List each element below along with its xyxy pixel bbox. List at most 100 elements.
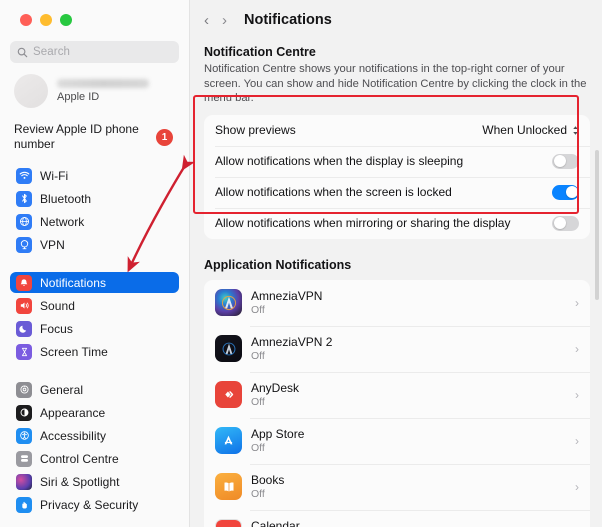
zoom-button[interactable] [60,14,72,26]
toggle-screen-locked[interactable] [552,184,579,200]
app-name: App Store [251,427,305,441]
sidebar-item-screen-time[interactable]: Screen Time [10,341,179,362]
amnezia-vpn-2-icon [215,335,242,362]
notification-centre-settings-card: Show previews When Unlocked Allow notifi… [204,114,590,239]
window-traffic-lights [10,0,179,26]
sidebar-item-control-centre[interactable]: Control Centre [10,448,179,469]
search-placeholder: Search [33,46,71,58]
chevron-right-icon: › [575,387,579,402]
chevron-right-icon: › [575,479,579,494]
sidebar-item-label: Accessibility [40,428,106,443]
main-content: ‹ › Notifications Notification Centre No… [190,0,602,527]
row-display-sleeping[interactable]: Allow notifications when the display is … [204,145,590,177]
sidebar-item-vpn[interactable]: VPN [10,234,179,255]
row-label: Allow notifications when the screen is l… [215,185,452,199]
chevron-left-icon[interactable]: ‹ [204,13,209,28]
calendar-icon: 17 [215,519,242,527]
chevron-right-icon[interactable]: › [222,13,227,28]
close-button[interactable] [20,14,32,26]
sidebar-item-siri-and-spotlight[interactable]: Siri & Spotlight [10,471,179,492]
toggle-knob [565,186,578,198]
sidebar-item-notifications[interactable]: Notifications [10,272,179,293]
row-label: Allow notifications when mirroring or sh… [215,216,511,230]
sidebar-item-label: Bluetooth [40,191,92,206]
app-status: Off [251,350,265,362]
focus-moon-icon [16,320,32,337]
notifications-bell-icon [16,274,32,291]
app-status: Off [251,488,265,500]
search-icon [17,47,28,57]
apple-id-alert-row[interactable]: Review Apple ID phone number 1 [10,122,179,152]
books-icon [215,473,242,500]
app-name: AmneziaVPN [251,289,323,303]
notification-centre-description: Notification Centre shows your notificat… [204,63,587,104]
vertical-scrollbar[interactable] [595,150,599,300]
application-notifications-list: AmneziaVPN Off › AmneziaVPN 2 Off › AnyD… [204,279,590,527]
sidebar: Search Apple ID Review Apple ID phone nu… [0,0,190,527]
row-screen-locked[interactable]: Allow notifications when the screen is l… [204,176,590,208]
content-toolbar: ‹ › Notifications [204,0,590,34]
sidebar-item-label: Sound [40,298,75,313]
sidebar-item-focus[interactable]: Focus [10,318,179,339]
app-status: Off [251,304,265,316]
minimize-button[interactable] [40,14,52,26]
vpn-globe-icon [16,236,32,253]
row-mirroring-sharing[interactable]: Allow notifications when mirroring or sh… [204,207,590,239]
app-name: AnyDesk [251,381,300,395]
notification-centre-heading: Notification Centre [204,45,316,59]
sidebar-item-label: Privacy & Security [40,497,139,512]
toggle-knob [553,217,566,229]
sidebar-item-label: Screen Time [40,344,108,359]
sidebar-item-network[interactable]: Network [10,211,179,232]
page-title: Notifications [244,12,332,28]
sidebar-item-sound[interactable]: Sound [10,295,179,316]
sidebar-item-general[interactable]: General [10,379,179,400]
sidebar-item-appearance[interactable]: Appearance [10,402,179,423]
sidebar-item-privacy-and-security[interactable]: Privacy & Security [10,494,179,515]
sidebar-item-label: General [40,382,84,397]
sidebar-item-label: Siri & Spotlight [40,474,120,489]
sidebar-item-label: Appearance [40,405,106,420]
amnezia-vpn-icon [215,289,242,316]
sidebar-item-label: Notifications [40,275,107,290]
network-globe-icon [16,213,32,230]
list-item[interactable]: AmneziaVPN 2 Off › [204,325,590,372]
toggle-display-sleeping[interactable] [552,153,579,169]
chevron-updown-icon [572,125,579,136]
sidebar-group-network: Wi-Fi Bluetooth Network VPN [10,165,179,255]
bluetooth-icon [16,190,32,207]
accessibility-person-icon [16,427,32,444]
show-previews-value: When Unlocked [482,123,567,137]
sidebar-item-label: Wi-Fi [40,168,69,183]
app-name: Calendar [251,519,300,527]
general-gear-icon [16,381,32,398]
chevron-right-icon: › [575,295,579,310]
app-status: Off [251,442,265,454]
list-item[interactable]: AnyDesk Off › [204,371,590,418]
search-input[interactable]: Search [10,41,179,63]
account-subtitle: Apple ID [57,91,100,103]
app-name: Books [251,473,285,487]
row-show-previews[interactable]: Show previews When Unlocked [204,115,590,146]
sidebar-item-wi-fi[interactable]: Wi-Fi [10,165,179,186]
show-previews-popup[interactable]: When Unlocked [482,123,579,137]
sidebar-item-bluetooth[interactable]: Bluetooth [10,188,179,209]
list-item[interactable]: Books Off › [204,463,590,510]
appearance-contrast-icon [16,404,32,421]
account-row[interactable]: Apple ID [10,74,179,108]
sidebar-item-accessibility[interactable]: Accessibility [10,425,179,446]
list-item[interactable]: App Store Off › [204,417,590,464]
list-item[interactable]: AmneziaVPN Off › [204,280,590,326]
status-badge: 1 [156,128,173,146]
sidebar-item-label: Control Centre [40,451,119,466]
row-label: Allow notifications when the display is … [215,154,464,168]
avatar [14,74,48,108]
list-item[interactable]: 17 Calendar Off › [204,509,590,527]
system-settings-window: Search Apple ID Review Apple ID phone nu… [0,0,602,527]
sound-speaker-icon [16,297,32,314]
privacy-hand-icon [16,496,32,513]
toggle-mirroring-sharing[interactable] [552,215,579,231]
sidebar-item-label: VPN [40,237,65,252]
wifi-icon [16,167,32,184]
screen-time-hourglass-icon [16,343,32,360]
